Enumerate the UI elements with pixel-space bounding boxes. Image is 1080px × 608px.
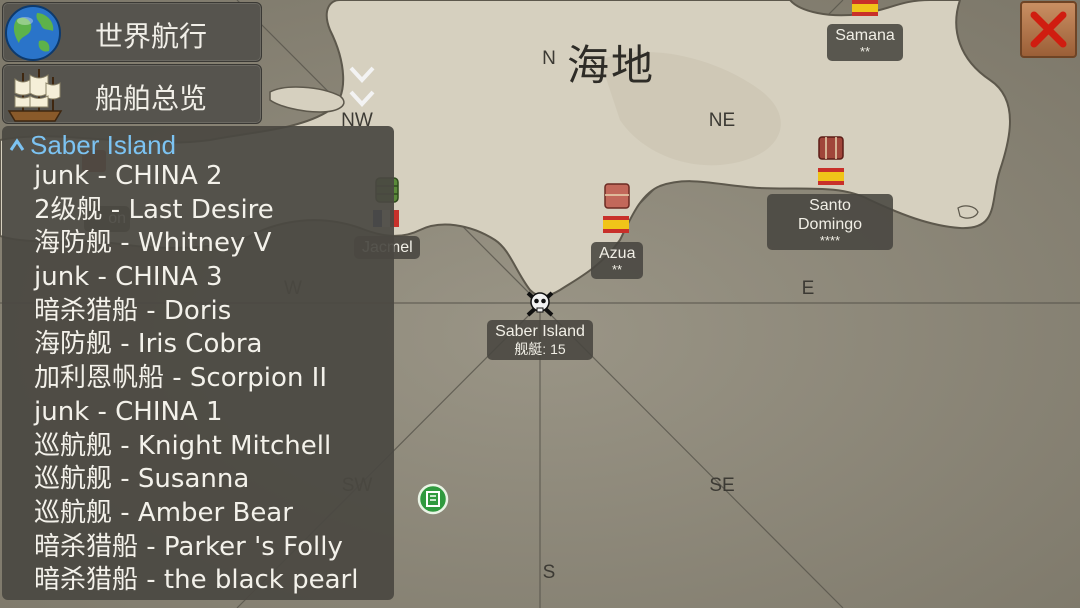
fleet-location-name: Saber Island [495,323,585,340]
compass-south: S [542,562,556,583]
ship-list-item[interactable]: junk - CHINA 2 [34,160,358,194]
spain-flag-icon [603,216,629,233]
ship-list-item[interactable]: junk - CHINA 3 [34,261,358,295]
spain-flag-icon [852,0,878,16]
town-stars: ** [859,44,871,59]
ship-list-item[interactable]: 巡航舰 - Susanna [34,463,358,497]
ship-list-item[interactable]: 暗杀猎船 - Parker 's Folly [34,531,358,565]
spain-flag-icon [818,168,844,185]
treasure-chest-icon[interactable] [817,133,845,161]
ship-list-item[interactable]: 暗杀猎船 - the black pearl [34,564,358,598]
ship-list-item[interactable]: 巡航舰 - Knight Mitchell [34,430,358,464]
town-samana[interactable]: Samana ** [827,24,903,61]
close-button[interactable] [1020,1,1077,58]
compass-northeast: NE [708,110,736,131]
fleet-ship-count: 舰艇: 15 [514,341,566,357]
town-name: Samana [835,27,895,44]
ship-list-item[interactable]: 暗杀猎船 - Doris [34,295,358,329]
fleet-location-saber-island[interactable]: Saber Island 舰艇: 15 [487,320,593,360]
fleet-overview-button[interactable]: 船舶总览 [2,64,262,124]
ship-list-item[interactable]: 海防舰 - Iris Cobra [34,328,358,362]
treasure-chest-icon[interactable] [603,182,631,210]
compass-southeast: SE [709,475,735,496]
fleet-list-panel[interactable]: Saber Island junk - CHINA 2 2级舰 - Last D… [2,126,394,600]
world-voyage-button[interactable]: 世界航行 [2,2,262,62]
ship-list-item[interactable]: 加利恩帆船 - Scorpion II [34,362,358,396]
double-chevron-down-icon[interactable] [348,64,376,114]
town-stars: ** [611,262,623,277]
ship-list-item[interactable]: junk - CHINA 1 [34,396,358,430]
town-name: Santo Domingo [797,197,863,233]
fleet-name: Saber Island [30,129,176,160]
region-title: 海地 [567,41,656,90]
town-stars: **** [819,233,841,248]
fleet-header[interactable]: Saber Island [8,129,176,161]
quest-marker-icon[interactable] [417,483,449,515]
town-azua[interactable]: Azua ** [591,242,643,279]
globe-icon [5,5,61,61]
ship-list: junk - CHINA 2 2级舰 - Last Desire 海防舰 - W… [34,160,358,598]
sailing-ship-icon [7,69,63,122]
compass-east: E [801,278,815,299]
fleet-overview-label: 船舶总览 [95,82,208,115]
compass-north: N [542,48,556,69]
chevron-up-icon[interactable] [8,137,26,153]
town-name: Azua [599,245,636,262]
ship-list-item[interactable]: 巡航舰 - Amber Bear [34,497,358,531]
close-icon [1030,11,1067,48]
town-santo-domingo[interactable]: Santo Domingo **** [767,194,893,250]
world-voyage-label: 世界航行 [95,20,208,53]
ship-list-item[interactable]: 2级舰 - Last Desire [34,194,358,228]
skull-crossbones-icon[interactable] [524,289,556,319]
ship-list-item[interactable]: 海防舰 - Whitney V [34,227,358,261]
